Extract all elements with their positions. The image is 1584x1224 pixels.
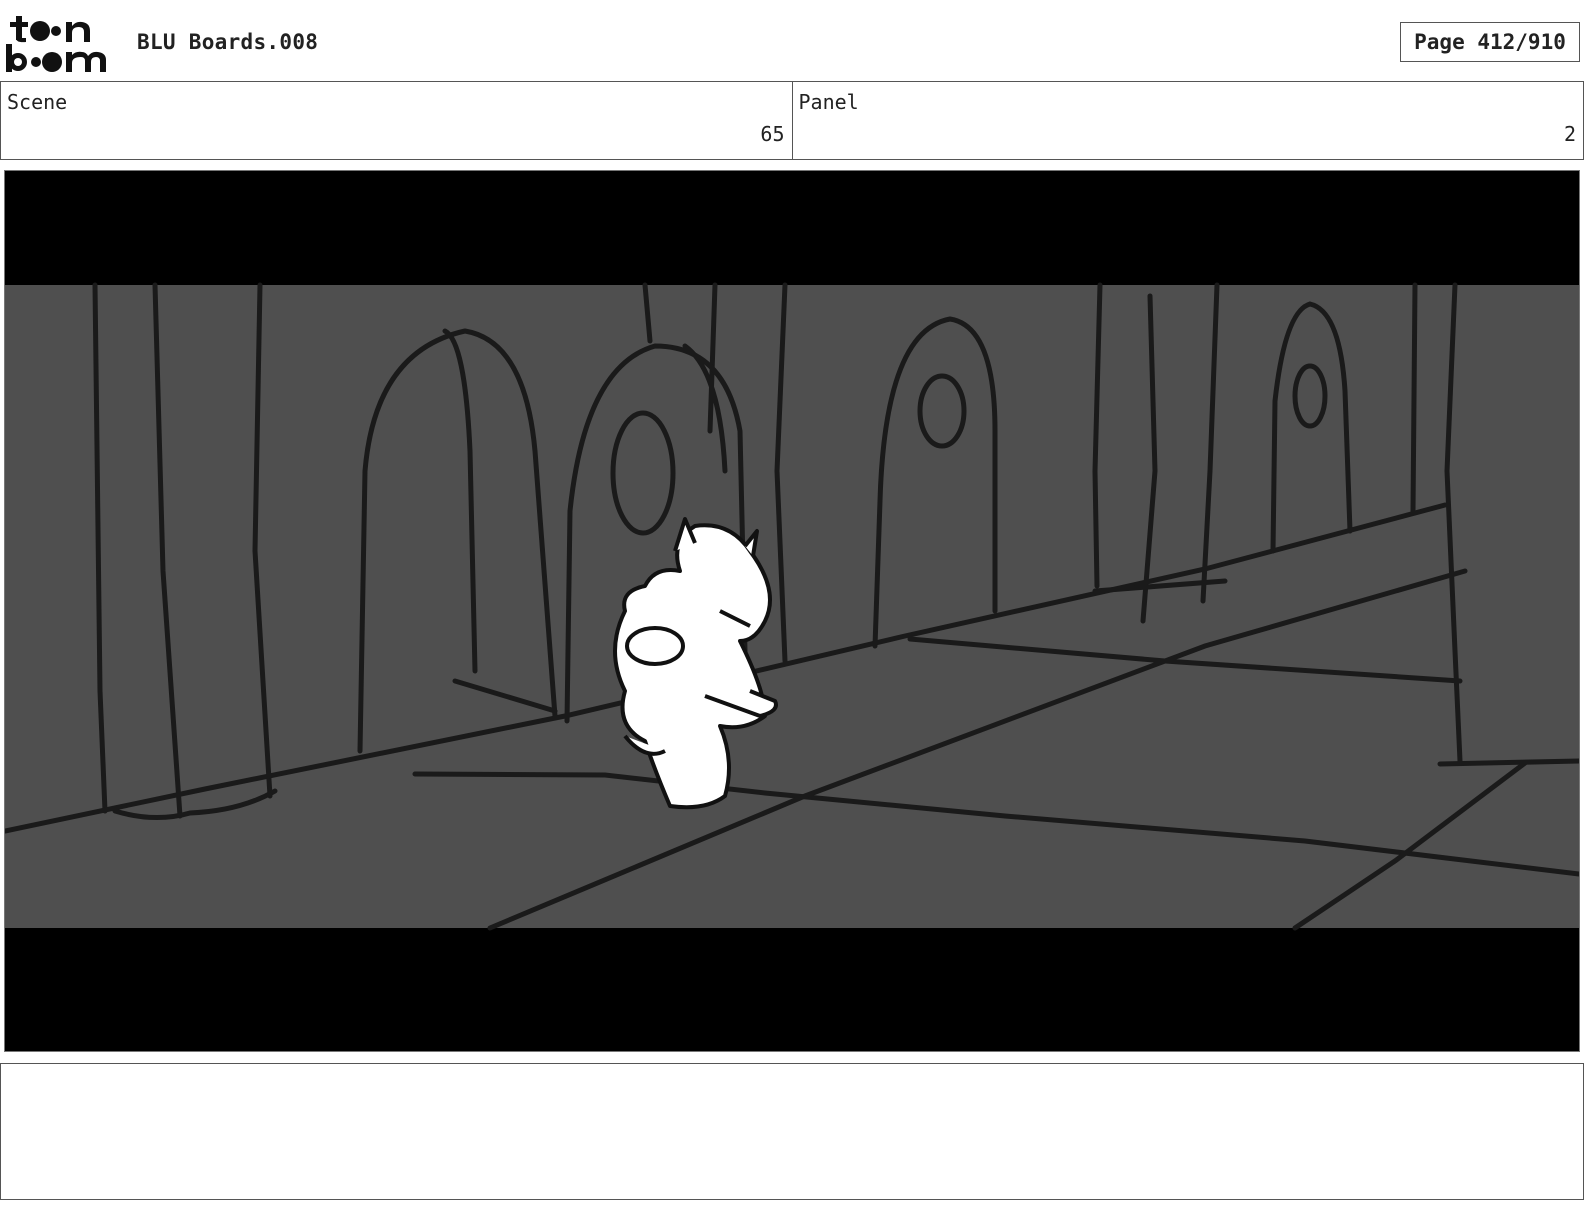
scene-label: Scene: [7, 90, 68, 114]
page-number: Page 412/910: [1400, 22, 1580, 62]
document-title: BLU Boards.008: [137, 30, 319, 54]
storyboard-panel-image: [4, 170, 1580, 1052]
caption-box: [0, 1063, 1584, 1200]
scene-cell: Scene 65: [1, 82, 792, 159]
toon-boom-logo: [4, 14, 116, 76]
panel-label: Panel: [798, 90, 859, 114]
scene-number: 65: [760, 122, 785, 146]
panel-number: 2: [1563, 122, 1576, 146]
scene-panel-info: Scene 65 Panel 2: [0, 81, 1584, 160]
panel-cell: Panel 2: [791, 82, 1584, 159]
